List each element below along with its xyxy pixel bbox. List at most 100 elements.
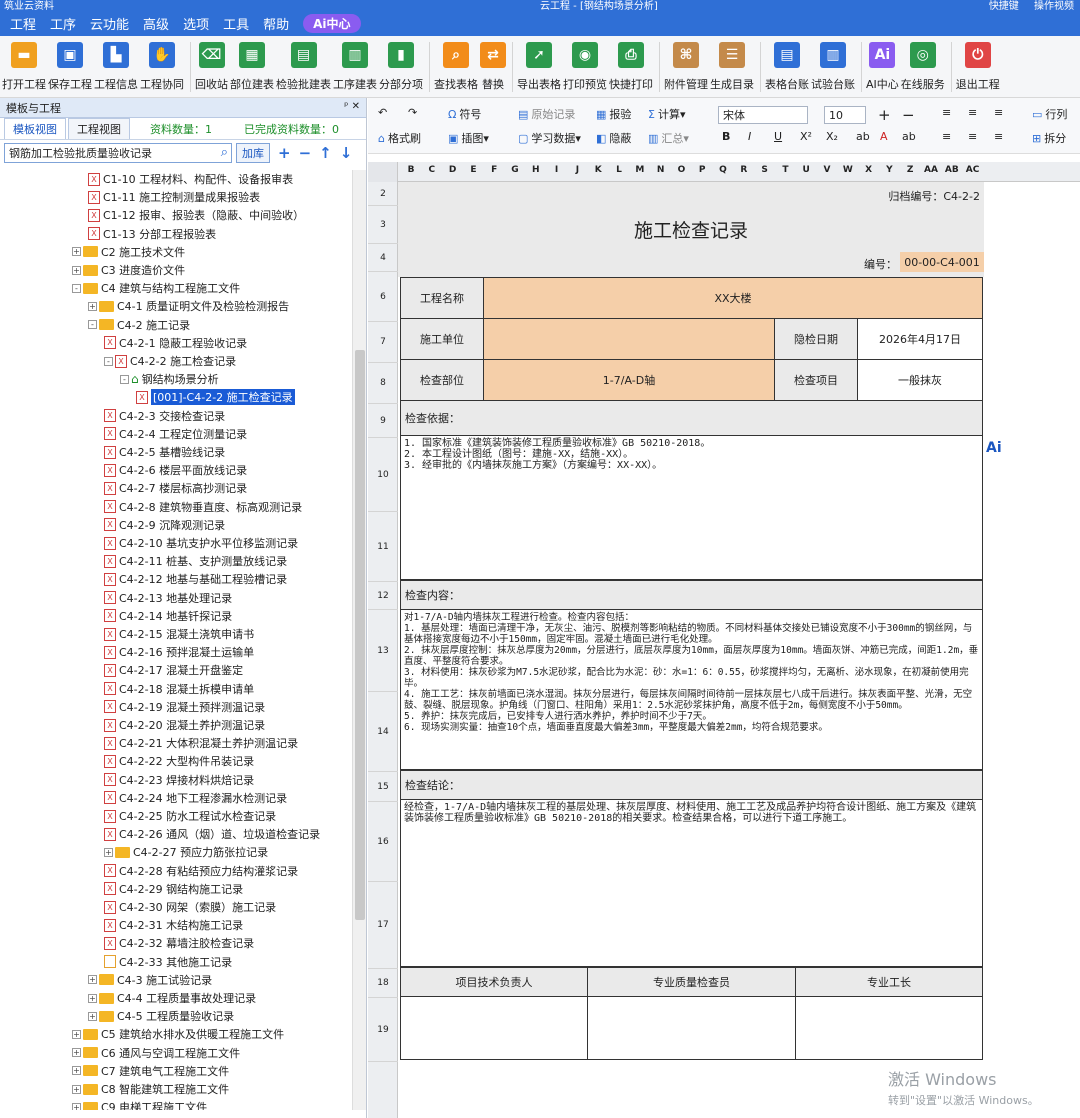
menu-item[interactable]: 帮助 (263, 14, 289, 33)
expand-icon[interactable]: + (104, 847, 113, 857)
toolbar-button[interactable]: ▤ 检验批建表 (276, 36, 331, 92)
scrollbar-thumb[interactable] (355, 350, 365, 920)
tree-item[interactable]: X C1-11 施工控制测量成果报验表 (88, 188, 260, 206)
tree-item[interactable]: X C4-2-3 交接检查记录 (104, 407, 225, 425)
column-label[interactable]: AA (924, 165, 938, 175)
expand-icon[interactable]: + (72, 1084, 81, 1094)
row-col-button[interactable]: ▭ 行列 (1032, 106, 1067, 122)
column-label[interactable]: H (529, 165, 543, 175)
row-label[interactable]: 8 (368, 363, 398, 404)
row-label[interactable]: 9 (368, 404, 398, 438)
row-label[interactable]: 17 (368, 882, 398, 969)
tree-item[interactable]: X C4-2-29 钢结构施工记录 (104, 880, 243, 898)
expand-icon[interactable]: + (88, 993, 97, 1003)
add-library-button[interactable]: 加库 (236, 143, 270, 163)
increase-font-icon[interactable]: + (878, 106, 891, 124)
insert-image-button[interactable]: ▣ 插图 ▾ (448, 130, 489, 146)
row-label[interactable]: 13 (368, 610, 398, 692)
hide-button[interactable]: ◧ 隐蔽 (596, 130, 631, 146)
foreman-sign[interactable] (795, 996, 983, 1060)
italic-button[interactable]: I (748, 130, 751, 143)
undo-icon[interactable]: ↶ (378, 106, 387, 119)
toolbar-button[interactable]: ☰ 生成目录 (710, 36, 754, 92)
tree-item[interactable]: X C4-2-32 幕墙注胶检查记录 (104, 934, 254, 952)
column-label[interactable]: Z (903, 165, 917, 175)
panel-close-icon[interactable]: ᵖ ✕ (344, 101, 360, 112)
tree-item[interactable]: C4-2-33 其他施工记录 (104, 953, 232, 971)
column-label[interactable]: Y (882, 165, 896, 175)
column-label[interactable]: M (633, 165, 647, 175)
toolbar-button[interactable]: ▦ 部位建表 (230, 36, 274, 92)
tree-item[interactable]: X C4-2-10 基坑支护水平位移监测记录 (104, 534, 298, 552)
align-middle-icon[interactable]: ≡ (968, 130, 977, 143)
tree-folder[interactable]: + C7 建筑电气工程施工文件 (72, 1062, 229, 1080)
tree-folder[interactable]: + C4-1 质量证明文件及检验检测报告 (88, 297, 289, 315)
tree-folder[interactable]: + C5 建筑给水排水及供暖工程施工文件 (72, 1025, 284, 1043)
row-label[interactable]: 4 (368, 244, 398, 272)
expand-icon[interactable]: + (72, 1048, 81, 1058)
column-label[interactable]: W (841, 165, 855, 175)
arrow-up-icon[interactable]: ↑ (319, 144, 332, 162)
toolbar-button[interactable]: ◎ 在线服务 (901, 36, 945, 92)
column-label[interactable]: L (612, 165, 626, 175)
toolbar-button[interactable]: ✋ 工程协同 (140, 36, 184, 92)
column-label[interactable]: B (404, 165, 418, 175)
sheet-corner[interactable] (368, 162, 398, 182)
tree-item[interactable]: X C4-2-9 沉降观测记录 (104, 516, 225, 534)
expand-icon[interactable]: + (88, 301, 97, 311)
tree-item[interactable]: X C4-2-26 通风（烟）道、垃圾道检查记录 (104, 825, 320, 843)
calc-button[interactable]: Σ 计算 ▾ (648, 106, 685, 122)
plus-icon[interactable]: + (278, 144, 291, 162)
ai-assistant-icon[interactable]: Ai (986, 440, 1010, 462)
expand-icon[interactable]: + (72, 247, 81, 257)
tree-item[interactable]: X C4-2-31 木结构施工记录 (104, 916, 243, 934)
row-label[interactable]: 11 (368, 512, 398, 582)
align-left-icon[interactable]: ≡ (942, 106, 951, 119)
collapse-icon[interactable]: - (120, 374, 129, 384)
font-color-button[interactable]: A (880, 130, 888, 143)
project-name-field[interactable]: XX大楼 (483, 277, 983, 319)
menu-item[interactable]: 工具 (223, 14, 249, 33)
split-button[interactable]: ⊞ 拆分 (1032, 130, 1066, 146)
toolbar-button[interactable]: ⌘ 附件管理 (664, 36, 708, 92)
tree-item[interactable]: X C4-2-1 隐蔽工程验收记录 (104, 334, 247, 352)
tree-item[interactable]: X C4-2-19 混凝土预拌测温记录 (104, 698, 265, 716)
row-label[interactable]: 10 (368, 438, 398, 512)
symbol-button[interactable]: Ω 符号 (448, 106, 481, 122)
tree-folder[interactable]: + C3 进度造价文件 (72, 261, 185, 279)
toolbar-button[interactable]: ⌫ 回收站 (195, 36, 228, 92)
tree-item[interactable]: X C4-2-8 建筑物垂直度、标高观测记录 (104, 498, 302, 516)
text-highlight-button[interactable]: ab (902, 130, 916, 143)
column-label[interactable]: Q (716, 165, 730, 175)
tree-folder[interactable]: + C2 施工技术文件 (72, 243, 185, 261)
original-record-button[interactable]: ▤ 原始记录 (518, 106, 575, 122)
column-label[interactable]: C (425, 165, 439, 175)
tree-folder[interactable]: + C6 通风与空调工程施工文件 (72, 1044, 240, 1062)
check-item-field[interactable]: 一般抹灰 (857, 359, 983, 401)
tree-item[interactable]: X C4-2-20 混凝土养护测温记录 (104, 716, 265, 734)
tree-item[interactable]: X C4-2-13 地基处理记录 (104, 589, 232, 607)
justify-icon[interactable]: ≡ (942, 130, 951, 143)
column-label[interactable]: U (799, 165, 813, 175)
column-label[interactable]: X (862, 165, 876, 175)
toolbar-button[interactable]: ⏻ 退出工程 (956, 36, 1000, 92)
tree-item[interactable]: X C4-2-22 大型构件吊装记录 (104, 752, 254, 770)
tree-item[interactable]: X C4-2-24 地下工程渗漏水检测记录 (104, 789, 287, 807)
expand-icon[interactable]: + (72, 1102, 81, 1110)
tab-project-view[interactable]: 工程视图 (68, 118, 130, 139)
tree-item[interactable]: X C4-2-28 有粘结预应力结构灌浆记录 (104, 862, 298, 880)
row-label[interactable]: 3 (368, 206, 398, 244)
menu-item[interactable]: 工程 (10, 14, 36, 33)
tree-folder[interactable]: + C9 电梯工程施工文件 (72, 1098, 207, 1110)
tree-item[interactable]: X C4-2-14 地基钎探记录 (104, 607, 232, 625)
column-label[interactable]: D (446, 165, 460, 175)
menu-item[interactable]: 高级 (143, 14, 169, 33)
column-label[interactable]: V (820, 165, 834, 175)
expand-icon[interactable]: + (72, 1029, 81, 1039)
tree-folder[interactable]: - C4 建筑与结构工程施工文件 (72, 279, 240, 297)
menu-item[interactable]: 选项 (183, 14, 209, 33)
tree-item[interactable]: X C1-10 工程材料、构配件、设备报审表 (88, 170, 293, 188)
tree-item[interactable]: X C4-2-23 焊接材料烘焙记录 (104, 771, 254, 789)
column-label[interactable]: J (570, 165, 584, 175)
tree-item[interactable]: X C1-13 分部工程报验表 (88, 225, 216, 243)
